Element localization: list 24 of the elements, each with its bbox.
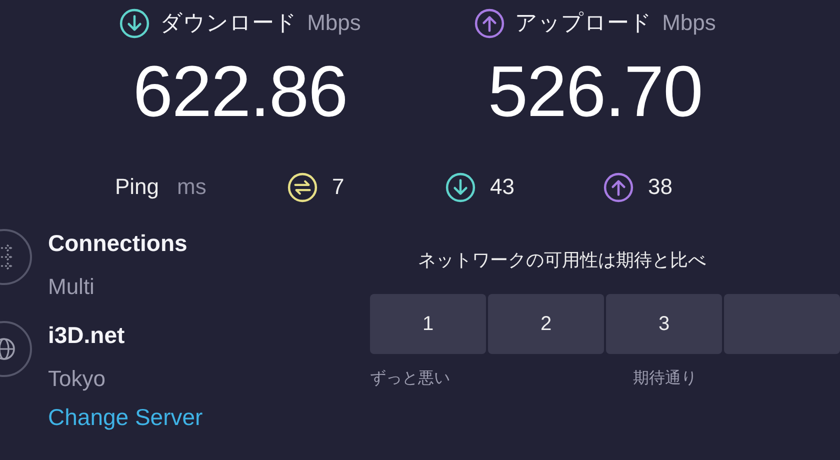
- speed-value: 622.86: [132, 56, 348, 128]
- connections-mode: Multi: [48, 273, 94, 301]
- speed-value: 526.70: [488, 56, 702, 128]
- rating-button[interactable]: 1: [370, 294, 486, 354]
- ping-value: 7: [332, 174, 344, 200]
- connections-title: Connections: [48, 229, 188, 258]
- change-server-link[interactable]: Change Server: [48, 402, 203, 432]
- survey-question: ネットワークの可用性は期待と比べ: [418, 249, 707, 272]
- scale-label: ずっと悪い: [370, 368, 451, 389]
- speed-label: ダウンロード: [160, 10, 298, 38]
- ping-value: 38: [648, 174, 672, 200]
- speed-label: アップロード: [515, 10, 652, 38]
- unit-label: Mbps: [662, 10, 716, 36]
- unit-label: Mbps: [307, 10, 361, 36]
- server-location: Tokyo: [48, 365, 106, 393]
- ping-arrows-icon: [287, 172, 318, 202]
- ping-value: 43: [490, 174, 514, 200]
- scale-label: 期待通り: [633, 368, 697, 389]
- ping-label: Ping: [115, 174, 160, 200]
- server-name: i3D.net: [48, 321, 125, 350]
- rating-button[interactable]: [724, 294, 840, 354]
- rating-button[interactable]: 2: [488, 294, 604, 354]
- unit-label: ms: [177, 174, 206, 200]
- rating-button[interactable]: 3: [606, 294, 722, 354]
